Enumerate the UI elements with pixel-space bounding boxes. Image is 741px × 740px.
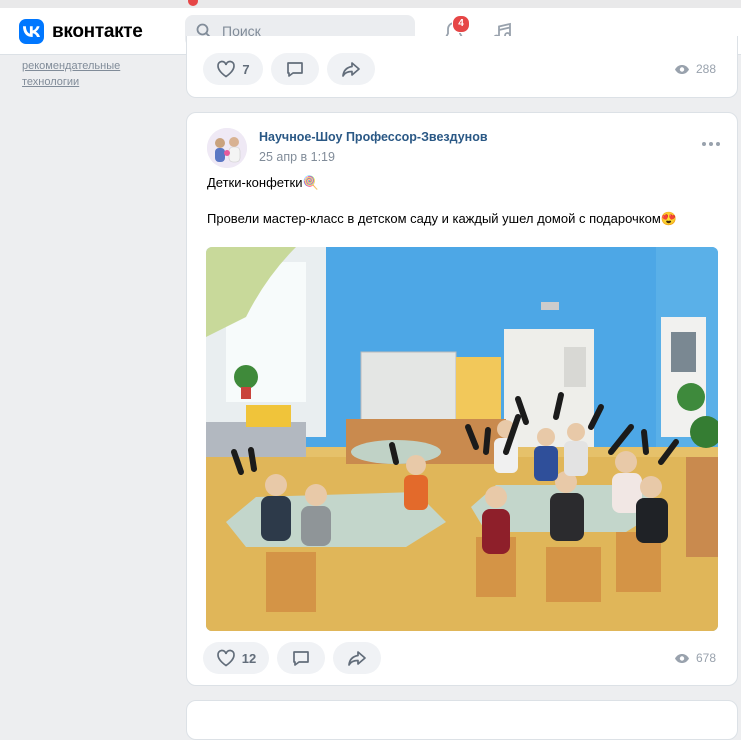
author-avatar[interactable] [207,128,247,168]
sidebar-link-technologies[interactable]: технологии [22,75,152,90]
like-button[interactable]: 7 [203,53,263,85]
heart-icon [217,60,236,78]
tab-dot [188,0,198,6]
comment-icon [287,62,303,77]
share-icon [342,62,360,77]
post-title-line: Детки-конфетки🍭 [207,175,319,190]
post-date[interactable]: 25 апр в 1:19 [259,150,335,164]
views-count: 288 [695,62,716,76]
post-actions: 12 [203,642,381,674]
like-count: 7 [242,61,250,77]
share-button[interactable] [327,53,375,85]
comment-icon [293,651,309,666]
logo-text: вконтакте [52,20,143,42]
views-counter: 288 [674,62,716,76]
vk-logo-icon [19,19,44,44]
views-counter: 678 [674,651,716,665]
post-card: Научное-Шоу Профессор-Звездунов 25 апр в… [186,112,738,686]
eye-icon [674,64,689,74]
vk-logo[interactable]: вконтакте [19,19,143,44]
heart-icon [216,649,235,667]
sidebar-link-recommendations[interactable]: рекомендательные [22,59,152,74]
views-count: 678 [695,651,716,665]
comment-button[interactable] [277,642,325,674]
notifications-badge: 4 [452,15,470,33]
more-options-icon[interactable] [701,141,721,147]
share-icon [348,651,366,666]
browser-top-strip [0,0,741,8]
post-photo[interactable] [206,247,718,631]
like-button[interactable]: 12 [203,642,269,674]
next-post-card [186,700,738,740]
post-author[interactable]: Научное-Шоу Профессор-Звездунов [259,130,488,144]
previous-post-card: 7 288 [186,36,738,98]
comment-button[interactable] [271,53,319,85]
share-button[interactable] [333,642,381,674]
post-body-line: Провели мастер-класс в детском саду и ка… [207,211,677,226]
previous-post-actions: 7 [203,53,375,85]
like-count: 12 [241,650,257,666]
eye-icon [674,653,689,663]
